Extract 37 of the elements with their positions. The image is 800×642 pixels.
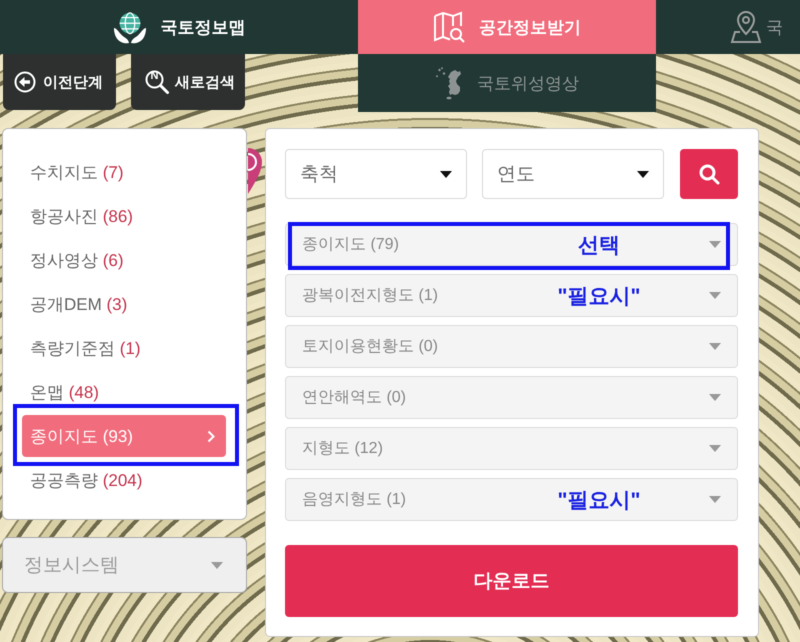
toolbar-button[interactable]: 이전단계 xyxy=(3,54,116,110)
annotation-label: 선택 xyxy=(578,233,620,258)
annotation-label: "필요시" xyxy=(558,488,640,513)
caret-down-icon xyxy=(709,241,721,248)
category-item[interactable]: 온맵 (48) xyxy=(22,370,226,414)
nav-tab[interactable]: 국토정보맵 xyxy=(0,0,358,54)
caret-down-icon xyxy=(709,292,721,299)
category-item[interactable]: 항공사진 (86) xyxy=(22,194,226,238)
caret-down-icon xyxy=(709,496,721,503)
caret-down-icon xyxy=(440,170,452,178)
sub-tab[interactable]: 국토위성영상 xyxy=(358,54,656,112)
nav-tab[interactable]: 국 xyxy=(656,0,800,54)
download-button[interactable]: 다운로드 xyxy=(285,545,738,617)
globe-hands-icon xyxy=(112,10,146,44)
layer-dropdown[interactable]: 토지이용현황도 (0) xyxy=(285,325,738,368)
search-icon xyxy=(698,164,720,184)
caret-down-icon xyxy=(211,562,223,568)
category-item[interactable]: 종이지도 (93) xyxy=(22,415,226,457)
caret-down-icon xyxy=(709,343,721,350)
category-item[interactable]: 수치지도 (7) xyxy=(22,150,226,194)
category-item[interactable]: 정사영상 (6) xyxy=(22,238,226,282)
category-item[interactable]: 측량기준점 (1) xyxy=(22,326,226,370)
search-button[interactable] xyxy=(680,149,738,199)
caret-down-icon xyxy=(637,170,649,178)
filter-dropdown[interactable]: 축척 xyxy=(285,149,467,199)
caret-down-icon xyxy=(709,445,721,452)
chevron-right-icon xyxy=(207,430,215,442)
annotation-label: "필요시" xyxy=(558,284,640,309)
category-item[interactable]: 공개DEM (3) xyxy=(22,282,226,326)
layer-dropdown[interactable]: 연안해역도 (0) xyxy=(285,376,738,419)
caret-down-icon xyxy=(709,394,721,401)
filter-dropdown[interactable]: 연도 xyxy=(482,149,664,199)
nav-tab[interactable]: 공간정보받기 xyxy=(358,0,656,54)
layer-dropdown[interactable]: 지형도 (12) xyxy=(285,427,738,470)
category-item[interactable]: 공공측량 (204) xyxy=(22,458,226,502)
map-pin-icon xyxy=(730,10,762,44)
map-search-icon xyxy=(433,11,465,43)
